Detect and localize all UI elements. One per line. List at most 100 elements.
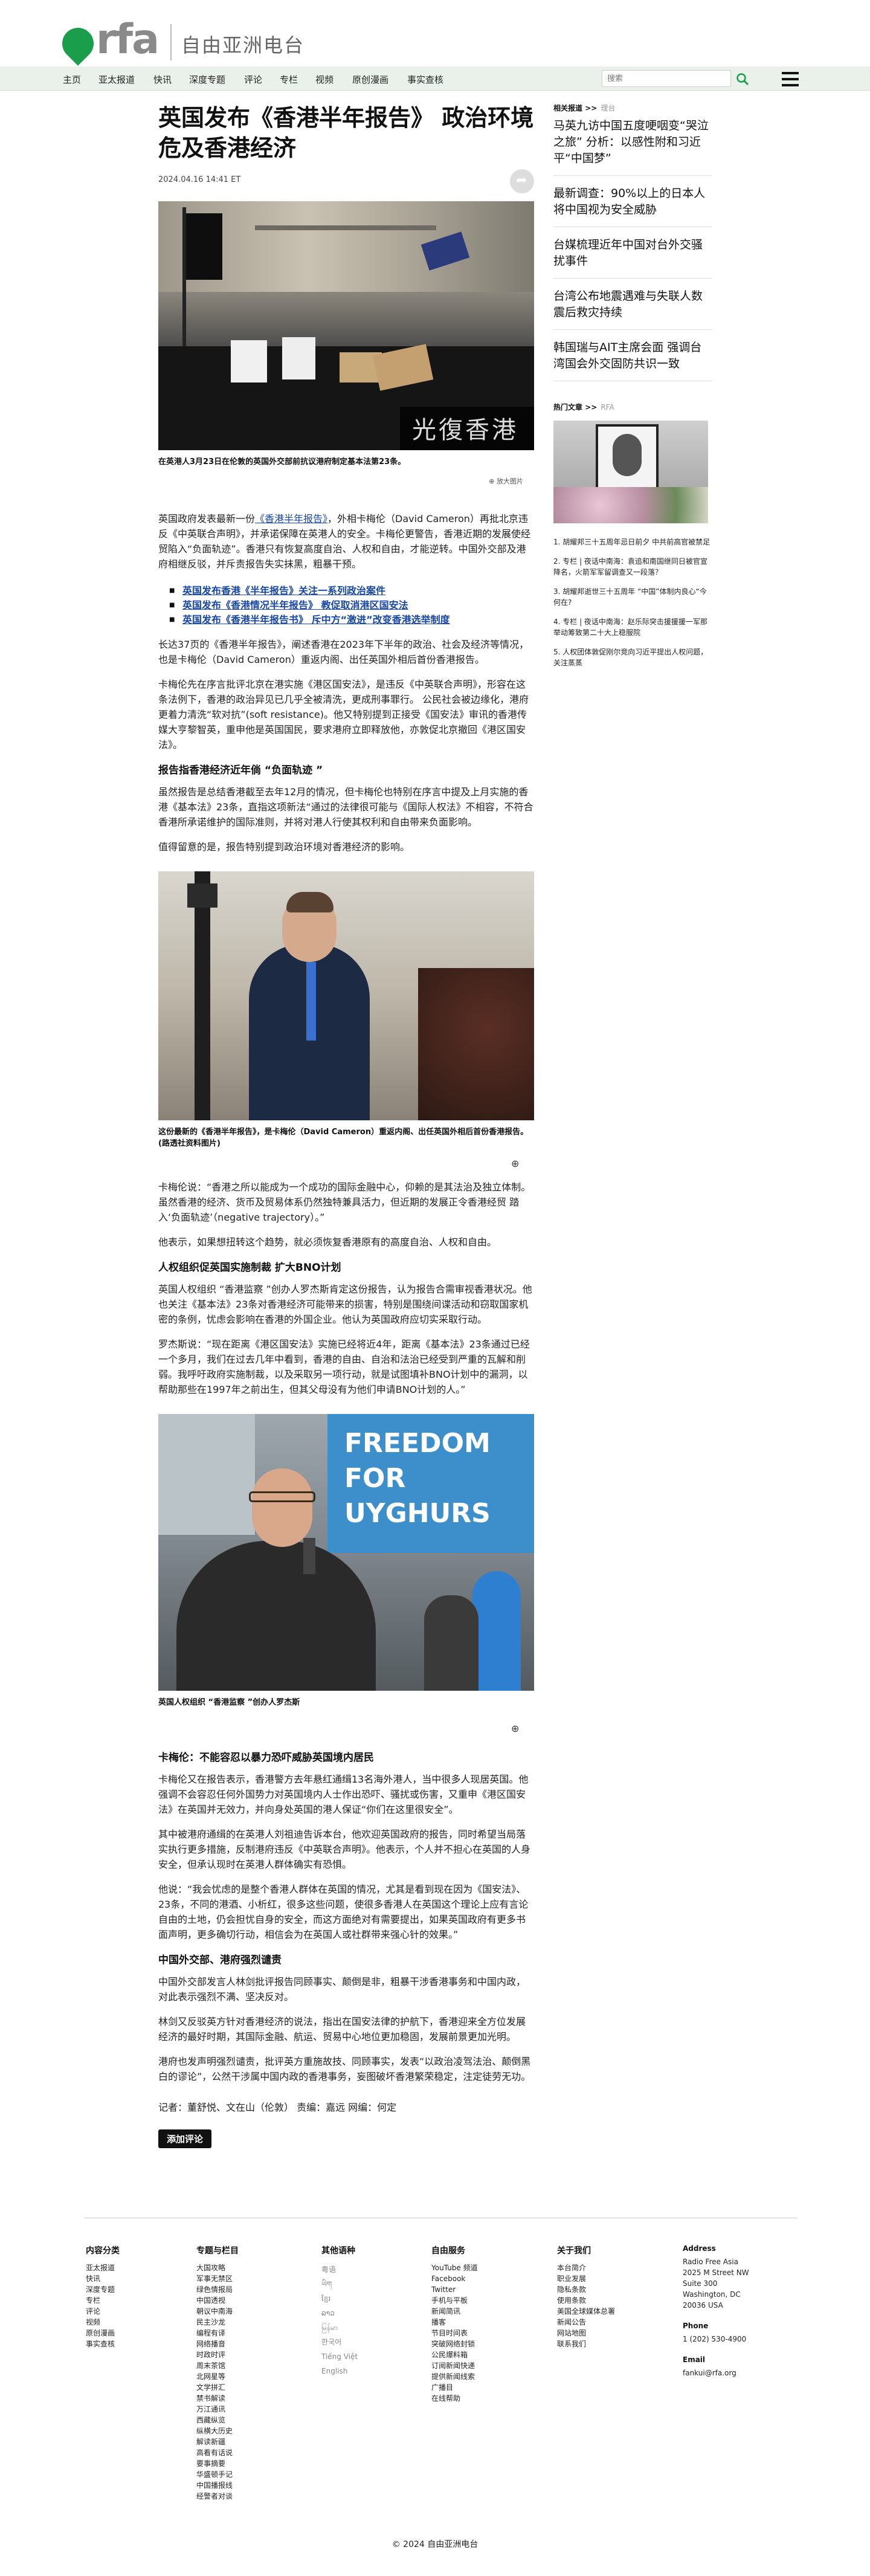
footer-link[interactable]: 中国播报线 (196, 2480, 239, 2491)
footer-link[interactable]: 专栏 (86, 2295, 120, 2306)
footer-link[interactable]: 突破网络封锁 (431, 2339, 478, 2349)
footer-link[interactable]: 在线帮助 (431, 2393, 478, 2404)
footer-link[interactable]: Tiếng Việt (321, 2349, 358, 2364)
related-report-item[interactable]: 马英九访中国五度哽咽变“哭泣之旅” 分析：以感性附和习近平“中国梦” (553, 113, 712, 176)
nav-item-opinion[interactable]: 评论 (244, 73, 262, 86)
related-report-item[interactable]: 最新调查：90%以上的日本人将中国视为安全威胁 (553, 176, 712, 227)
popular-article-photo[interactable] (553, 421, 708, 523)
search-icon[interactable] (735, 72, 750, 86)
popular-article-item[interactable]: 1. 胡耀邦三十五周年忌日前夕 中共前高官被禁足 (553, 537, 712, 547)
footer-link[interactable]: 原创漫画 (86, 2328, 120, 2339)
footer-link[interactable]: မြန်မာ (321, 2320, 358, 2335)
footer-link[interactable]: 节目时间表 (431, 2328, 478, 2339)
search-input[interactable] (602, 70, 731, 87)
related-report-item[interactable]: 台湾公布地震遇难与失联人数 震后救灾持续 (553, 279, 712, 330)
footer-link[interactable]: 新闻简讯 (431, 2306, 478, 2317)
footer-link[interactable]: 华盛顿手记 (196, 2469, 239, 2480)
footer-link[interactable]: 北网星等 (196, 2371, 239, 2382)
footer-link[interactable]: 经警者对谈 (196, 2491, 239, 2502)
footer-link[interactable]: 万江通讯 (196, 2404, 239, 2415)
footer-link[interactable]: 绿色情报局 (196, 2284, 239, 2295)
footer-link[interactable]: English (321, 2364, 358, 2378)
related-link[interactable]: 英国发布《香港情况半年报告》 教促取消港区国安法 (169, 598, 534, 613)
footer-link[interactable]: 纵横大历史 (196, 2426, 239, 2436)
related-link[interactable]: 英国发布香港《半年报告》关注一系列政治案件 (169, 584, 534, 598)
zoom-icon[interactable]: ⊕ (511, 1158, 519, 1169)
nav-item-fact-check[interactable]: 事实查核 (407, 73, 443, 86)
photo-caption: 英国人权组织 “香港监察 ”创办人罗杰斯 (158, 1698, 300, 1707)
footer-link[interactable]: 视频 (86, 2317, 120, 2328)
footer-link[interactable]: 亚太报道 (86, 2262, 120, 2273)
popular-article-item[interactable]: 3. 胡耀邦逝世三十五周年 “中国”体制内良心“今何在? (553, 586, 712, 608)
popular-article-item[interactable]: 4. 专栏 | 夜话中南海：赵乐际突击援援援一军那举动筹致第二十大上稳服院 (553, 616, 712, 638)
footer-link[interactable]: YouTube 频道 (431, 2262, 478, 2273)
phone-number[interactable]: 1 (202) 530-4900 (683, 2334, 749, 2345)
footer-link[interactable]: 本台简介 (557, 2262, 615, 2273)
footer-link[interactable]: 高看有话说 (196, 2447, 239, 2458)
footer-link[interactable]: 职业发展 (557, 2273, 615, 2284)
footer-link[interactable]: ཡིག (321, 2277, 358, 2291)
paragraph: 林剑又反驳英方针对香港经济的说法，指出在国安法律的护航下，香港迎来全方位发展经济… (158, 2016, 526, 2042)
footer-link[interactable]: 西藏纵览 (196, 2415, 239, 2426)
footer-link[interactable]: 广播目 (431, 2382, 478, 2393)
add-comment-button[interactable]: 添加评论 (158, 2129, 212, 2148)
popular-article-item[interactable]: 5. 人权团体敦促刚尔竞向习近平提出人权问题，关注蒸蒸 (553, 647, 712, 668)
email-link[interactable]: fankui@rfa.org (683, 2368, 749, 2378)
footer-link[interactable]: 使用条款 (557, 2295, 615, 2306)
share-icon[interactable] (510, 169, 534, 193)
article-photo-rogers[interactable]: FREEDOM FOR UYGHURS (158, 1414, 534, 1691)
footer-link[interactable]: 网络播音 (196, 2339, 239, 2349)
footer-link[interactable]: 编程有译 (196, 2328, 239, 2339)
rfa-logo[interactable]: rfa (56, 17, 165, 66)
footer-link[interactable]: 新闻公告 (557, 2317, 615, 2328)
footer-link[interactable]: 快讯 (86, 2273, 120, 2284)
footer-link[interactable]: 美国全球媒体总署 (557, 2306, 615, 2317)
footer-link[interactable]: 文学拼汇 (196, 2382, 239, 2393)
hamburger-menu-icon[interactable] (782, 72, 799, 86)
footer-link[interactable]: 禁书解读 (196, 2393, 239, 2404)
footer-link[interactable]: 提供新闻线索 (431, 2371, 478, 2382)
footer-link[interactable]: 网站地图 (557, 2328, 615, 2339)
footer-link[interactable]: 解读新疆 (196, 2436, 239, 2447)
footer-link[interactable]: 公民爆料箱 (431, 2349, 478, 2360)
footer-link[interactable]: 民主沙龙 (196, 2317, 239, 2328)
article-photo-protest[interactable]: 光復香港 (158, 201, 534, 450)
nav-item-video[interactable]: 视频 (315, 73, 334, 86)
footer-link[interactable]: 军事无禁区 (196, 2273, 239, 2284)
footer-link[interactable]: 周末茶馆 (196, 2360, 239, 2371)
footer-link[interactable]: ລາວ (321, 2306, 358, 2320)
footer-link[interactable]: ខ្មែរ (321, 2291, 358, 2306)
nav-item-cartoons[interactable]: 原创漫画 (352, 73, 388, 86)
related-report-item[interactable]: 韩国瑞与AIT主席会面 强调台湾国会外交固防共识一致 (553, 330, 712, 381)
footer-link[interactable]: 隐私条款 (557, 2284, 615, 2295)
related-link[interactable]: 英国发布《香港半年报告书》 斥中方“激进”改变香港选举制度 (169, 613, 534, 627)
footer-link[interactable]: 手机与平板 (431, 2295, 478, 2306)
footer-link[interactable]: 한국어 (321, 2335, 358, 2349)
popular-article-item[interactable]: 2. 专栏 | 夜话中南海：袁追和南国继同日被官宣降名，火箭军军留调查又一段落？ (553, 556, 712, 578)
footer-link[interactable]: 中国透视 (196, 2295, 239, 2306)
nav-item-asia-pacific[interactable]: 亚太报道 (98, 73, 135, 86)
enlarge-photo-button[interactable]: ⊕ 放大图片 (158, 476, 534, 486)
footer-link[interactable]: 评论 (86, 2306, 120, 2317)
footer-link[interactable]: 播客 (431, 2317, 478, 2328)
zoom-icon[interactable]: ⊕ (511, 1723, 519, 1734)
nav-item-in-depth[interactable]: 深度专题 (189, 73, 225, 86)
footer-link[interactable]: 朝议中南海 (196, 2306, 239, 2317)
footer-link[interactable]: 要事摘要 (196, 2458, 239, 2469)
footer-link[interactable]: Facebook (431, 2273, 478, 2284)
address-line: Radio Free Asia (683, 2258, 738, 2266)
footer-link[interactable]: 事实查核 (86, 2339, 120, 2349)
article-photo-cameron[interactable] (158, 871, 534, 1120)
inline-report-link[interactable]: 《香港半年报告》 (255, 513, 327, 525)
nav-item-columns[interactable]: 专栏 (280, 73, 298, 86)
footer-link[interactable]: 订阅新闻快递 (431, 2360, 478, 2371)
footer-link[interactable]: 大国攻略 (196, 2262, 239, 2273)
footer-link[interactable]: 联系我们 (557, 2339, 615, 2349)
related-report-item[interactable]: 台媒梳理近年中国对台外交骚扰事件 (553, 227, 712, 279)
nav-item-flash[interactable]: 快讯 (153, 73, 172, 86)
footer-link[interactable]: 时政时评 (196, 2349, 239, 2360)
footer-link[interactable]: Twitter (431, 2284, 478, 2295)
nav-item-home[interactable]: 主页 (63, 73, 81, 86)
footer-link[interactable]: 深度专题 (86, 2284, 120, 2295)
footer-link[interactable]: 粤语 (321, 2262, 358, 2277)
